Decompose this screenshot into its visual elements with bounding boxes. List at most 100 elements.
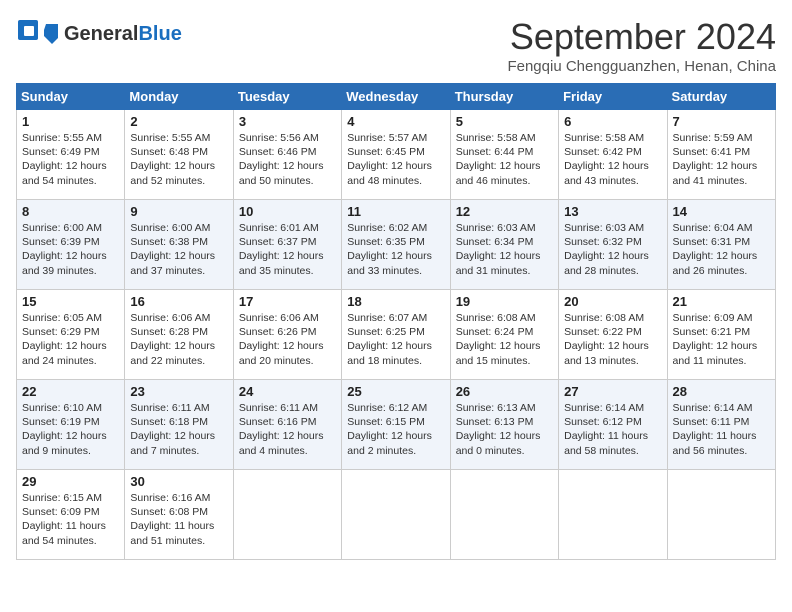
month-title: September 2024 — [507, 16, 776, 58]
day-number: 21 — [673, 294, 770, 309]
calendar-cell: 29 Sunrise: 6:15 AMSunset: 6:09 PMDayligh… — [17, 470, 125, 560]
calendar-cell — [450, 470, 558, 560]
day-number: 16 — [130, 294, 227, 309]
calendar-cell: 23 Sunrise: 6:11 AMSunset: 6:18 PMDayligh… — [125, 380, 233, 470]
col-header-tuesday: Tuesday — [233, 84, 341, 110]
calendar-cell: 24 Sunrise: 6:11 AMSunset: 6:16 PMDayligh… — [233, 380, 341, 470]
location: Fengqiu Chengguanzhen, Henan, China — [507, 58, 776, 75]
day-number: 13 — [564, 204, 661, 219]
cell-info: Sunrise: 6:01 AMSunset: 6:37 PMDaylight:… — [239, 221, 336, 278]
calendar-cell: 21 Sunrise: 6:09 AMSunset: 6:21 PMDayligh… — [667, 290, 775, 380]
col-header-sunday: Sunday — [17, 84, 125, 110]
day-number: 17 — [239, 294, 336, 309]
cell-info: Sunrise: 6:07 AMSunset: 6:25 PMDaylight:… — [347, 311, 444, 368]
day-number: 18 — [347, 294, 444, 309]
calendar-cell: 7 Sunrise: 5:59 AMSunset: 6:41 PMDaylight… — [667, 110, 775, 200]
logo: GeneralBlue — [16, 16, 182, 52]
calendar-cell: 22 Sunrise: 6:10 AMSunset: 6:19 PMDayligh… — [17, 380, 125, 470]
cell-info: Sunrise: 6:03 AMSunset: 6:32 PMDaylight:… — [564, 221, 661, 278]
calendar-cell: 3 Sunrise: 5:56 AMSunset: 6:46 PMDaylight… — [233, 110, 341, 200]
cell-info: Sunrise: 6:10 AMSunset: 6:19 PMDaylight:… — [22, 401, 119, 458]
week-row-2: 8 Sunrise: 6:00 AMSunset: 6:39 PMDaylight… — [17, 200, 776, 290]
day-number: 28 — [673, 384, 770, 399]
cell-info: Sunrise: 6:04 AMSunset: 6:31 PMDaylight:… — [673, 221, 770, 278]
cell-info: Sunrise: 5:59 AMSunset: 6:41 PMDaylight:… — [673, 131, 770, 188]
calendar-cell: 1 Sunrise: 5:55 AMSunset: 6:49 PMDaylight… — [17, 110, 125, 200]
day-number: 24 — [239, 384, 336, 399]
day-number: 22 — [22, 384, 119, 399]
calendar-cell — [233, 470, 341, 560]
cell-info: Sunrise: 6:02 AMSunset: 6:35 PMDaylight:… — [347, 221, 444, 278]
cell-info: Sunrise: 6:09 AMSunset: 6:21 PMDaylight:… — [673, 311, 770, 368]
day-number: 20 — [564, 294, 661, 309]
calendar-cell — [559, 470, 667, 560]
calendar-cell: 15Sunrise: 6:05 AMSunset: 6:29 PMDayligh… — [17, 290, 125, 380]
day-number: 8 — [22, 204, 119, 219]
logo-blue: Blue — [138, 23, 181, 45]
cell-info: Sunrise: 6:08 AMSunset: 6:24 PMDaylight:… — [456, 311, 553, 368]
calendar-cell: 11 Sunrise: 6:02 AMSunset: 6:35 PMDayligh… — [342, 200, 450, 290]
col-header-friday: Friday — [559, 84, 667, 110]
title-block: September 2024 Fengqiu Chengguanzhen, He… — [507, 16, 776, 75]
logo-general: General — [64, 23, 138, 45]
cell-info: Sunrise: 5:58 AMSunset: 6:44 PMDaylight:… — [456, 131, 553, 188]
day-number: 7 — [673, 114, 770, 129]
day-number: 11 — [347, 204, 444, 219]
cell-info: Sunrise: 5:57 AMSunset: 6:45 PMDaylight:… — [347, 131, 444, 188]
day-number: 1 — [22, 114, 119, 129]
header-row: SundayMondayTuesdayWednesdayThursdayFrid… — [17, 84, 776, 110]
week-row-4: 22 Sunrise: 6:10 AMSunset: 6:19 PMDayligh… — [17, 380, 776, 470]
calendar-cell: 4 Sunrise: 5:57 AMSunset: 6:45 PMDaylight… — [342, 110, 450, 200]
col-header-saturday: Saturday — [667, 84, 775, 110]
day-number: 6 — [564, 114, 661, 129]
cell-info: Sunrise: 6:13 AMSunset: 6:13 PMDaylight:… — [456, 401, 553, 458]
cell-info: Sunrise: 5:55 AMSunset: 6:48 PMDaylight:… — [130, 131, 227, 188]
cell-info: Sunrise: 6:08 AMSunset: 6:22 PMDaylight:… — [564, 311, 661, 368]
calendar-cell: 13 Sunrise: 6:03 AMSunset: 6:32 PMDayligh… — [559, 200, 667, 290]
calendar-cell: 20 Sunrise: 6:08 AMSunset: 6:22 PMDayligh… — [559, 290, 667, 380]
cell-info: Sunrise: 6:15 AMSunset: 6:09 PMDaylight:… — [22, 491, 119, 548]
cell-info: Sunrise: 6:00 AMSunset: 6:38 PMDaylight:… — [130, 221, 227, 278]
day-number: 9 — [130, 204, 227, 219]
day-number: 3 — [239, 114, 336, 129]
cell-info: Sunrise: 6:11 AMSunset: 6:16 PMDaylight:… — [239, 401, 336, 458]
calendar-table: SundayMondayTuesdayWednesdayThursdayFrid… — [16, 83, 776, 560]
cell-info: Sunrise: 6:06 AMSunset: 6:28 PMDaylight:… — [130, 311, 227, 368]
page-header: GeneralBlue September 2024 Fengqiu Cheng… — [16, 16, 776, 75]
day-number: 29 — [22, 474, 119, 489]
calendar-cell: 17 Sunrise: 6:06 AMSunset: 6:26 PMDayligh… — [233, 290, 341, 380]
cell-info: Sunrise: 5:55 AMSunset: 6:49 PMDaylight:… — [22, 131, 119, 188]
cell-info: Sunrise: 6:16 AMSunset: 6:08 PMDaylight:… — [130, 491, 227, 548]
cell-info: Sunrise: 6:11 AMSunset: 6:18 PMDaylight:… — [130, 401, 227, 458]
calendar-cell: 28Sunrise: 6:14 AMSunset: 6:11 PMDayligh… — [667, 380, 775, 470]
day-number: 2 — [130, 114, 227, 129]
cell-info: Sunrise: 5:58 AMSunset: 6:42 PMDaylight:… — [564, 131, 661, 188]
day-number: 5 — [456, 114, 553, 129]
week-row-5: 29 Sunrise: 6:15 AMSunset: 6:09 PMDayligh… — [17, 470, 776, 560]
calendar-cell: 25 Sunrise: 6:12 AMSunset: 6:15 PMDayligh… — [342, 380, 450, 470]
week-row-1: 1 Sunrise: 5:55 AMSunset: 6:49 PMDaylight… — [17, 110, 776, 200]
day-number: 26 — [456, 384, 553, 399]
cell-info: Sunrise: 6:00 AMSunset: 6:39 PMDaylight:… — [22, 221, 119, 278]
calendar-cell: 26 Sunrise: 6:13 AMSunset: 6:13 PMDayligh… — [450, 380, 558, 470]
calendar-cell: 27Sunrise: 6:14 AMSunset: 6:12 PMDayligh… — [559, 380, 667, 470]
cell-info: Sunrise: 5:56 AMSunset: 6:46 PMDaylight:… — [239, 131, 336, 188]
cell-info: Sunrise: 6:06 AMSunset: 6:26 PMDaylight:… — [239, 311, 336, 368]
day-number: 12 — [456, 204, 553, 219]
day-number: 23 — [130, 384, 227, 399]
day-number: 4 — [347, 114, 444, 129]
day-number: 14 — [673, 204, 770, 219]
calendar-cell: 8 Sunrise: 6:00 AMSunset: 6:39 PMDaylight… — [17, 200, 125, 290]
day-number: 30 — [130, 474, 227, 489]
day-number: 27 — [564, 384, 661, 399]
cell-info: Sunrise: 6:05 AMSunset: 6:29 PMDaylight:… — [22, 311, 119, 368]
cell-info: Sunrise: 6:12 AMSunset: 6:15 PMDaylight:… — [347, 401, 444, 458]
calendar-cell: 30 Sunrise: 6:16 AMSunset: 6:08 PMDayligh… — [125, 470, 233, 560]
col-header-monday: Monday — [125, 84, 233, 110]
calendar-cell: 5 Sunrise: 5:58 AMSunset: 6:44 PMDaylight… — [450, 110, 558, 200]
day-number: 19 — [456, 294, 553, 309]
calendar-cell: 19 Sunrise: 6:08 AMSunset: 6:24 PMDayligh… — [450, 290, 558, 380]
calendar-cell: 14 Sunrise: 6:04 AMSunset: 6:31 PMDayligh… — [667, 200, 775, 290]
col-header-thursday: Thursday — [450, 84, 558, 110]
day-number: 25 — [347, 384, 444, 399]
